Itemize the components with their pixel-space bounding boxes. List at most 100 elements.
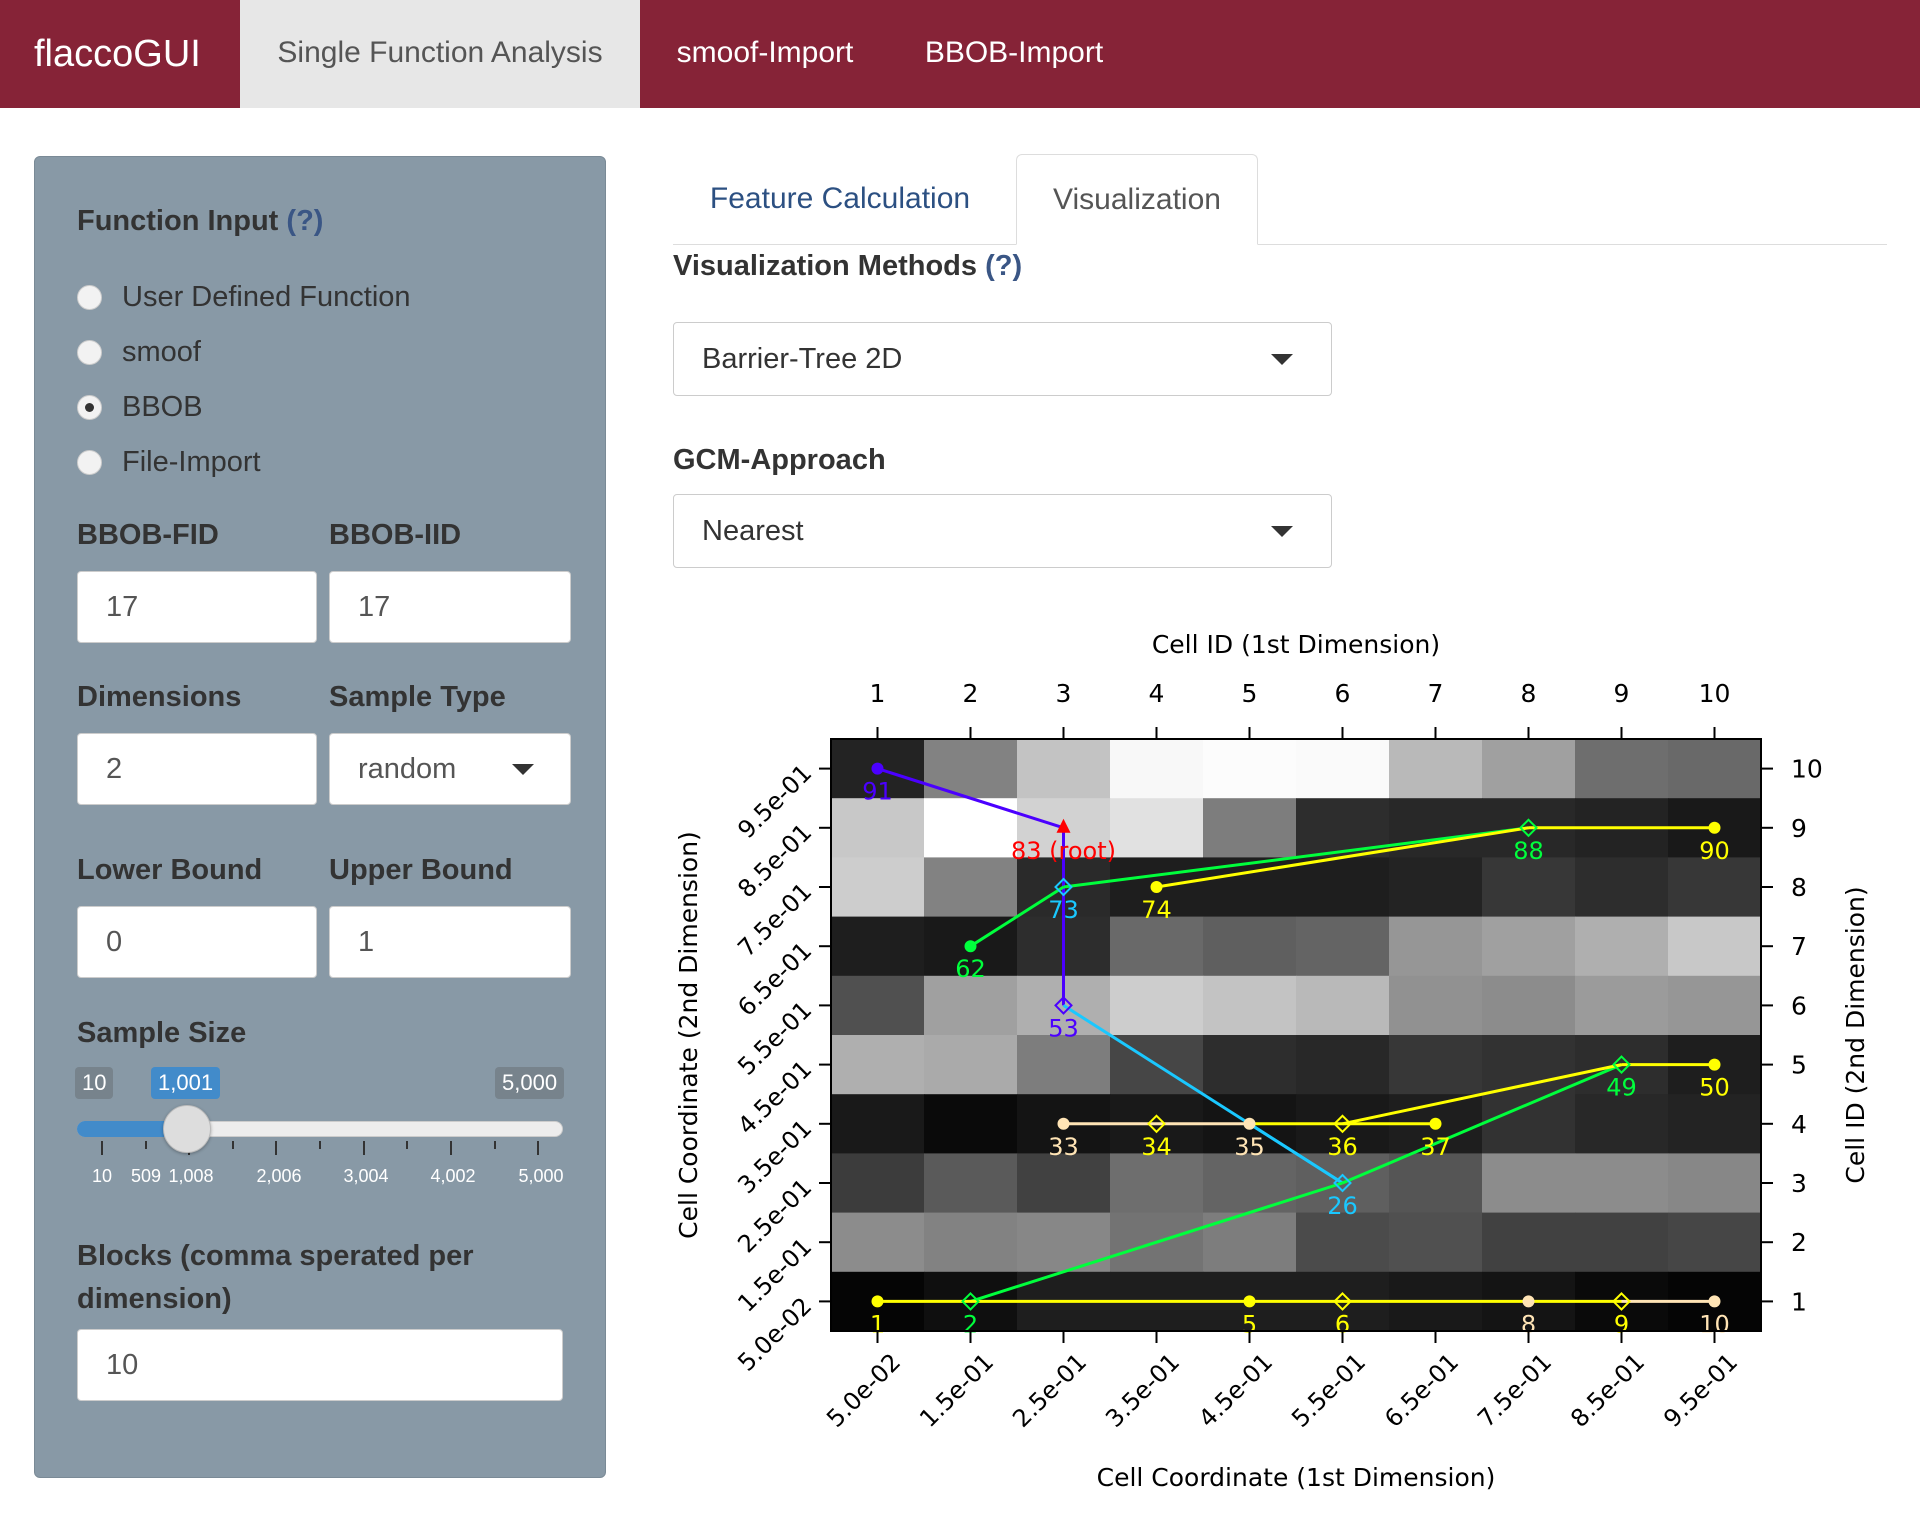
barrier-tree-chart: 9183 (root)7353746288 9049 5033 34 35 36 37261… [674,630,1870,1492]
heatmap-cell [1296,1035,1390,1095]
heatmap-cell [1482,739,1576,799]
heatmap-cell [1389,857,1483,918]
heatmap-cell [1296,798,1390,858]
x-tick-label-top: 2 [963,679,979,708]
tree-node-label: 90 [1699,837,1730,865]
y-tick-label-right: 7 [1791,932,1807,961]
tree-node [1150,881,1163,893]
heatmap-cell [1668,739,1762,799]
heatmap-cell [1203,1153,1297,1214]
x-tick-label-top: 1 [870,679,886,708]
tree-node-label: 37 [1420,1133,1451,1161]
heatmap-cell [1668,1094,1762,1154]
heatmap-cell [924,857,1018,918]
tree-node-label: 34 [1141,1133,1172,1161]
tree-node [1708,1295,1721,1308]
tree-node-label: 73 [1048,896,1079,924]
heatmap-cell [1110,798,1204,858]
x-tick-label-top: 9 [1614,679,1630,708]
x-tick-label-top: 4 [1149,679,1165,708]
x-tick-label-bottom: 7.5e-01 [1472,1348,1557,1433]
heatmap-cell [831,1212,925,1273]
x-tick-label-top: 10 [1699,679,1731,708]
heatmap-cell [1296,857,1390,918]
y-tick-label-right: 3 [1791,1169,1807,1198]
heatmap-cell [1296,975,1390,1036]
tree-node [1057,1117,1070,1130]
heatmap-cell [831,1094,925,1154]
tree-node [964,940,977,953]
x-tick-label-bottom: 8.5e-01 [1565,1348,1650,1433]
x-tick-label-top: 5 [1242,679,1258,708]
x-tick-label-top: 8 [1521,679,1537,708]
heatmap-cell [831,1035,925,1095]
heatmap-cell [831,857,925,918]
y-tick-label-right: 8 [1791,873,1807,902]
y-tick-label-right: 10 [1791,755,1823,784]
heatmap-cell [1575,975,1669,1036]
heatmap-cell [1482,1212,1576,1273]
tree-node-label: 88 [1513,837,1544,865]
heatmap-cell [924,1094,1018,1154]
tree-node [1708,821,1721,834]
y-tick-label-right: 9 [1791,814,1807,843]
x-tick-label-bottom: 5.0e-02 [821,1348,906,1433]
y-axis-title-right: Cell ID (2nd Dimension) [1841,886,1870,1183]
heatmap-cell [1575,1094,1669,1154]
x-axis-title-bottom: Cell Coordinate (1st Dimension) [1097,1463,1496,1492]
heatmap-cell [1203,798,1297,858]
tree-node [1243,1117,1256,1130]
heatmap-cell [1389,975,1483,1036]
heatmap-cell [1203,1035,1297,1095]
x-tick-label-bottom: 2.5e-01 [1007,1348,1092,1433]
x-tick-label-bottom: 1.5e-01 [914,1348,999,1433]
x-tick-label-bottom: 4.5e-01 [1193,1348,1278,1433]
heatmap-cell [1575,857,1669,918]
heatmap-cell [1017,1212,1111,1273]
heatmap-cell [924,1212,1018,1273]
tree-node [1708,1058,1721,1071]
x-tick-label-bottom: 9.5e-01 [1658,1348,1743,1433]
heatmap-cell [1110,916,1204,977]
heatmap-cell [1110,739,1204,799]
tree-node-label: 35 [1234,1133,1265,1161]
heatmap-cell [1203,916,1297,977]
heatmap-cell [1482,857,1576,918]
heatmap-cell [1017,1035,1111,1095]
tree-node-label: 74 [1141,896,1172,924]
heatmap-cell [1110,975,1204,1036]
heatmap-cell [924,739,1018,799]
heatmap-cell [1389,739,1483,799]
heatmap-cell [924,975,1018,1036]
y-tick-label-right: 2 [1791,1228,1807,1257]
heatmap-cell [924,1153,1018,1214]
heatmap-cell [1668,916,1762,977]
heatmap-cell [1668,857,1762,918]
tree-node-label: 62 [955,955,986,983]
y-tick-label-right: 6 [1791,991,1807,1020]
heatmap-cell [1482,916,1576,977]
heatmap-cell [1203,739,1297,799]
heatmap-cell [924,1035,1018,1095]
x-tick-label-top: 7 [1428,679,1444,708]
tree-node-label: 91 [862,778,893,806]
y-tick-label-right: 4 [1791,1110,1807,1139]
heatmap-cell [831,975,925,1036]
y-axis-title-left: Cell Coordinate (2nd Dimension) [674,831,703,1239]
tree-node-label: 83 (root) [1011,837,1116,865]
x-tick-label-bottom: 3.5e-01 [1100,1348,1185,1433]
heatmap-cell [1668,1212,1762,1273]
heatmap-cell [1575,739,1669,799]
heatmap-cell [1017,739,1111,799]
x-tick-label-top: 6 [1335,679,1351,708]
heatmap-cell [1110,1153,1204,1214]
tree-node-label: 50 [1699,1074,1730,1102]
heatmap-cell [1203,975,1297,1036]
heatmap-cell [831,1153,925,1214]
heatmap-cell [1575,916,1669,977]
tree-node [871,762,884,775]
y-tick-label-right: 5 [1791,1051,1807,1080]
tree-node [1243,1295,1256,1308]
tree-node [1429,1117,1442,1130]
heatmap-cell [1017,1153,1111,1214]
